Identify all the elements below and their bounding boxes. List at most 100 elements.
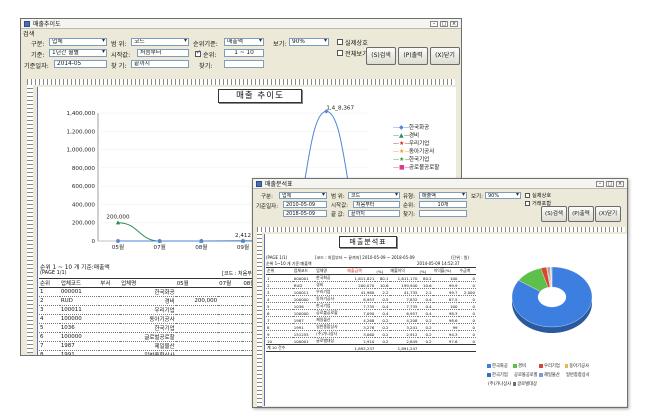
real-biz-checkbox[interactable]: [337, 39, 343, 45]
table-cell: [99, 296, 121, 306]
period-select[interactable]: 1년간 월별: [49, 49, 107, 57]
end-label: 찾 기:: [111, 63, 127, 70]
search-button[interactable]: (S)검색: [366, 47, 396, 65]
table-cell: 3: [266, 288, 293, 296]
range-select[interactable]: 코드: [131, 38, 189, 46]
table-cell: 10: [266, 337, 293, 345]
close-icon[interactable]: ×: [616, 180, 624, 187]
close-button[interactable]: (X)닫기: [595, 206, 621, 222]
table-cell: 제일물산: [120, 341, 176, 351]
include-checkbox[interactable]: [525, 201, 530, 206]
column-header: 업체코드: [59, 278, 100, 288]
print-button[interactable]: (P)출력: [568, 206, 594, 222]
report-preview[interactable]: 매출분석표 (PAGE 1/1) [코드 : 처음부터 ~ 끝까지] 2010-…: [264, 234, 627, 406]
table-row: 2 RUD 경비 200,070 10.6 199,940 10.6 99.9 0: [266, 281, 476, 289]
table-cell: 200,070: [346, 281, 376, 289]
close-icon[interactable]: ×: [450, 20, 458, 27]
data-label: 200,000: [106, 215, 130, 221]
maximize-icon[interactable]: □: [440, 20, 448, 27]
table-cell: [292, 344, 316, 352]
y-tick-label: 0: [91, 239, 95, 245]
find-field[interactable]: [224, 60, 264, 68]
legend-label: 한국기업: [492, 373, 508, 378]
legend-label: 동아기공사: [409, 149, 435, 155]
legend-item: 한국기업: [487, 372, 511, 378]
table-cell: 97.6: [432, 337, 459, 345]
table-cell: 7,735: [346, 302, 376, 310]
legend-label: 제일물산: [544, 373, 560, 378]
legend-label: 동아기공사: [569, 364, 589, 369]
table-cell: 1,611,821: [346, 274, 376, 282]
print-button[interactable]: (P)출력: [398, 47, 428, 65]
window-controls: – □ ×: [430, 20, 458, 27]
table-cell: 7: [266, 316, 293, 324]
table-cell: [175, 287, 219, 297]
basis-date-field[interactable]: 2014-05: [54, 60, 107, 68]
title-bar: 매출추이도 – □ ×: [21, 19, 461, 29]
app-icon: [256, 180, 262, 187]
date-from-field[interactable]: 2010-05-09: [283, 201, 327, 208]
y-tick-label: 1,200,000: [67, 129, 96, 135]
table-cell: 1,611,170: [389, 274, 419, 282]
table-cell: [99, 332, 121, 342]
legend-item: 동아기공사: [565, 363, 589, 369]
data-label: 2,412: [235, 233, 251, 239]
category-select[interactable]: 업체: [49, 38, 107, 46]
rank-range-field[interactable]: 1 ~ 10: [224, 49, 264, 57]
table-cell: [432, 344, 459, 352]
legend-marker-icon: —◆—: [393, 123, 410, 131]
minimize-icon[interactable]: –: [596, 180, 604, 187]
table-cell: 99.7: [432, 288, 459, 296]
donut-legend: 한국화공 경비 우리기업 동아기공사 한국기업 공로볼공로할 제일물산 일반종합상사 (주)가나…: [487, 363, 589, 387]
table-cell: 1036: [59, 323, 100, 333]
search-button[interactable]: (S)검색: [541, 206, 567, 222]
table-cell: 0.4: [418, 302, 433, 310]
category-select[interactable]: 업체: [279, 192, 327, 199]
rank-checkbox[interactable]: [195, 49, 201, 57]
column-header: 업체명: [315, 267, 347, 275]
page-indicator: (PAGE 1/1): [266, 255, 288, 260]
legend-item: —★— 한국기업: [393, 155, 439, 164]
date-to-field[interactable]: 2018-05-09: [283, 210, 327, 217]
table-cell: 200,000: [175, 296, 219, 306]
section-label: 검색: [23, 31, 35, 38]
rank-field[interactable]: 10개: [419, 201, 467, 208]
y-tick-label: 600,000: [72, 184, 96, 190]
column-header: 순위: [266, 267, 293, 275]
legend-label: 일반종합상사: [566, 373, 589, 378]
zoom-select[interactable]: 90%: [485, 192, 521, 199]
table-cell: 2,000: [458, 288, 476, 296]
all-view-checkbox[interactable]: [337, 50, 343, 56]
type-select[interactable]: 매출액: [419, 192, 467, 199]
sales-analysis-table: 순위 업체코드 업체명 매출금액 (%) 매출이익 (%) 이익율(%) 수금액 1 000001 한…: [266, 267, 476, 352]
column-header: 업체명: [120, 278, 176, 288]
report-title: 매출분석표: [339, 236, 397, 248]
real-biz-checkbox[interactable]: [525, 193, 530, 198]
table-cell: 0.4: [375, 309, 390, 317]
table-cell: 0.2: [375, 330, 390, 338]
end-field[interactable]: 끝까지: [348, 210, 400, 217]
close-button[interactable]: (X)닫기: [430, 47, 460, 65]
legend-label: 우리기업: [544, 364, 560, 369]
find-field[interactable]: [419, 210, 467, 217]
legend-label: 한국화공: [409, 125, 430, 131]
table-cell: 41,980: [346, 288, 376, 296]
end-field[interactable]: 끝까지: [131, 60, 189, 68]
minimize-icon[interactable]: –: [430, 20, 438, 27]
range-select[interactable]: 코드: [348, 192, 400, 199]
start-field[interactable]: 처음부터: [353, 201, 400, 208]
table-cell: 7: [39, 341, 60, 351]
maximize-icon[interactable]: □: [606, 180, 614, 187]
table-cell: 1991: [59, 350, 100, 355]
table-cell: 94.3: [432, 330, 459, 338]
start-field[interactable]: 처음부터: [137, 49, 189, 57]
table-cell: 경비: [120, 296, 176, 306]
table-cell: 4: [39, 314, 60, 324]
table-cell: 8,953: [346, 295, 376, 303]
column-header: 업체코드: [292, 267, 316, 275]
table-cell: 0.5: [375, 295, 390, 303]
zoom-select[interactable]: 90%: [289, 38, 329, 46]
table-cell: 1: [39, 287, 60, 297]
order-select[interactable]: 매출액: [224, 38, 264, 46]
table-cell: [218, 323, 243, 333]
